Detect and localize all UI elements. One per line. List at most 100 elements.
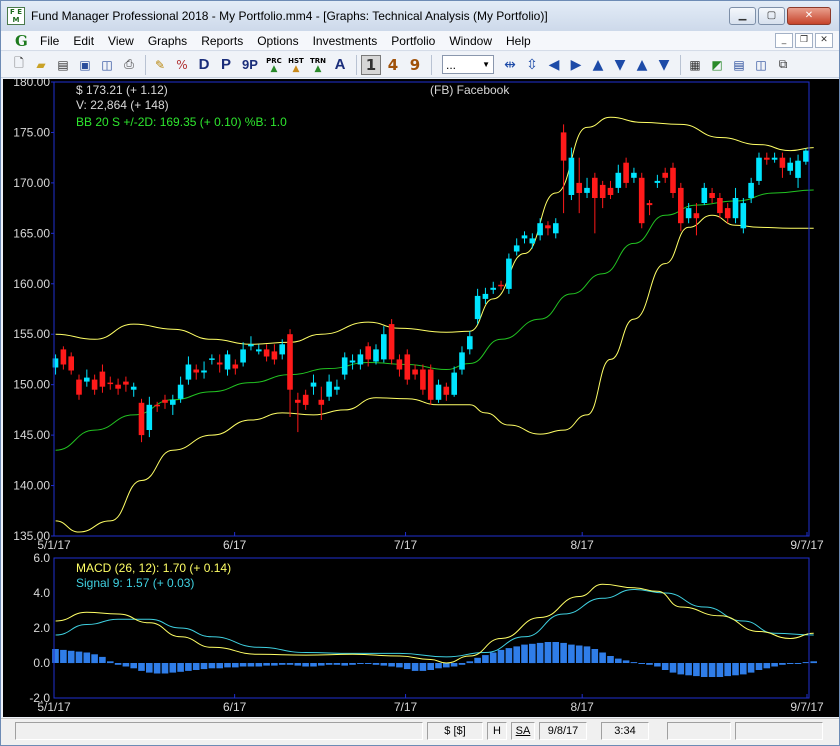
menu-edit[interactable]: Edit xyxy=(66,34,101,48)
macd-histogram-bar xyxy=(52,649,59,663)
macd-histogram-bar xyxy=(622,660,630,663)
copy-icon[interactable]: ⧉ xyxy=(773,55,793,75)
toolbar-a-button[interactable]: A xyxy=(330,55,350,75)
down-candle-body xyxy=(263,349,270,357)
open-icon[interactable]: ▰ xyxy=(31,55,51,75)
macd-histogram-bar xyxy=(599,652,606,663)
period-dropdown[interactable]: ... ▼ xyxy=(442,55,494,74)
toolbar-p-button[interactable]: P xyxy=(216,55,236,75)
up-candle-body xyxy=(177,384,184,399)
price-x-tick-label: 6/17 xyxy=(223,538,247,552)
close-button[interactable]: ✕ xyxy=(787,7,831,25)
up-candle-body xyxy=(615,172,622,188)
arrow-up-icon[interactable]: ▲ xyxy=(632,55,652,75)
arrow-right-icon[interactable]: ▶ xyxy=(566,55,586,75)
arrow-left-icon[interactable]: ◀ xyxy=(544,55,564,75)
up-candle-body xyxy=(748,182,754,198)
expand-icon[interactable]: ⇹ xyxy=(500,55,520,75)
calculator-icon[interactable]: ▦ xyxy=(685,55,705,75)
toolbar-prc-button[interactable]: PRC ▲ xyxy=(264,55,284,75)
period-9-button[interactable]: 9 xyxy=(405,55,425,75)
save-all-icon[interactable]: ◫ xyxy=(97,55,117,75)
toolbar: 🗋 ▰ ▤ ▣ ◫ ⎙ ✎ % D P 9P PRC ▲ HST ▲ TRN ▲ A … xyxy=(1,52,839,78)
menu-reports[interactable]: Reports xyxy=(194,34,250,48)
macd-histogram-bar xyxy=(161,663,169,674)
print-preview-icon[interactable]: ▤ xyxy=(53,55,73,75)
period-1-button[interactable]: 1 xyxy=(361,54,381,75)
up-candle-body xyxy=(654,180,661,183)
down-candle-body xyxy=(498,284,504,287)
macd-histogram-bar xyxy=(435,663,442,669)
title-bar[interactable]: F E M Fund Manager Professional 2018 - M… xyxy=(1,1,839,31)
mdi-restore-button[interactable]: ❐ xyxy=(795,33,813,48)
toolbar-9p-button[interactable]: 9P xyxy=(238,55,262,75)
macd-histogram-bar xyxy=(388,663,395,667)
toolbar-d-button[interactable]: D xyxy=(194,55,214,75)
maximize-button[interactable]: ▢ xyxy=(758,7,785,25)
up-candle-body xyxy=(795,160,801,178)
price-y-tick-label: 140.00 xyxy=(13,479,50,493)
arrow-up-icon[interactable]: ▲ xyxy=(588,55,608,75)
save-icon[interactable]: ▣ xyxy=(75,55,95,75)
down-candle-body xyxy=(724,208,731,219)
menu-options[interactable]: Options xyxy=(250,34,305,48)
menu-graphs[interactable]: Graphs xyxy=(141,34,194,48)
mdi-close-button[interactable]: ✕ xyxy=(815,33,833,48)
arrow-down-icon[interactable]: ▼ xyxy=(610,55,630,75)
down-candle-body xyxy=(576,182,582,193)
trn-icon: ▲ xyxy=(314,63,322,74)
up-candle-body xyxy=(740,203,747,229)
macd-histogram-bar xyxy=(700,663,708,677)
collapse-icon[interactable]: ⇳ xyxy=(522,55,542,75)
macd-histogram-bar xyxy=(755,663,763,670)
toolbar-trn-button[interactable]: TRN ▲ xyxy=(308,55,328,75)
price-y-tick-label: 180.00 xyxy=(13,79,50,89)
macd-histogram-bar xyxy=(341,663,348,666)
price-info-label: $ 173.21 (+ 1.12) xyxy=(76,83,168,97)
macd-histogram-bar xyxy=(630,662,638,664)
mdi-document-icon[interactable]: G xyxy=(15,32,33,50)
up-candle-body xyxy=(435,384,442,400)
macd-y-tick-label: 6.0 xyxy=(33,551,50,565)
technical-analysis-chart[interactable]: $ 173.21 (+ 1.12) V: 22,864 (+ 148) BB 2… xyxy=(3,75,839,717)
period-4-button[interactable]: 4 xyxy=(383,55,403,75)
minimize-button[interactable]: ▁ xyxy=(729,7,756,25)
status-currency: $ [$] xyxy=(427,722,483,740)
menu-file[interactable]: File xyxy=(33,34,66,48)
menu-investments[interactable]: Investments xyxy=(306,34,385,48)
percent-icon[interactable]: % xyxy=(172,55,192,75)
new-icon[interactable]: 🗋 xyxy=(9,55,29,75)
mdi-minimize-button[interactable]: _ xyxy=(775,33,793,48)
macd-histogram-bar xyxy=(138,663,145,671)
macd-histogram-bar xyxy=(396,663,403,668)
down-candle-body xyxy=(599,184,606,198)
macd-histogram-bar xyxy=(364,663,372,664)
macd-histogram-bar xyxy=(513,646,520,663)
down-candle-body xyxy=(420,369,426,390)
up-candle-body xyxy=(209,358,215,360)
up-candle-body xyxy=(451,372,457,395)
print-icon[interactable]: ⎙ xyxy=(119,55,139,75)
macd-histogram-bar xyxy=(185,663,192,671)
chart-area[interactable]: $ 173.21 (+ 1.12) V: 22,864 (+ 148) BB 2… xyxy=(3,75,839,717)
macd-histogram-bar xyxy=(708,663,716,677)
menu-portfolio[interactable]: Portfolio xyxy=(384,34,442,48)
toolbar-hst-button[interactable]: HST ▲ xyxy=(286,55,306,75)
macd-histogram-bar xyxy=(216,663,223,669)
menu-window[interactable]: Window xyxy=(442,34,499,48)
down-candle-body xyxy=(717,198,723,214)
bollinger-upper-line xyxy=(55,116,814,345)
grid-icon[interactable]: ▤ xyxy=(729,55,749,75)
menu-help[interactable]: Help xyxy=(499,34,538,48)
window-icon[interactable]: ◫ xyxy=(751,55,771,75)
edit-icon[interactable]: ✎ xyxy=(150,55,170,75)
chart-icon[interactable]: ◩ xyxy=(707,55,727,75)
macd-histogram-bar xyxy=(146,663,153,673)
period-dropdown-value: ... xyxy=(446,57,457,72)
toolbar-separator xyxy=(431,54,432,75)
macd-histogram-bar xyxy=(419,663,427,671)
arrow-down-icon[interactable]: ▼ xyxy=(654,55,674,75)
menu-view[interactable]: View xyxy=(101,34,141,48)
down-candle-body xyxy=(295,399,301,403)
macd-x-tick-label: 8/17 xyxy=(571,700,595,714)
